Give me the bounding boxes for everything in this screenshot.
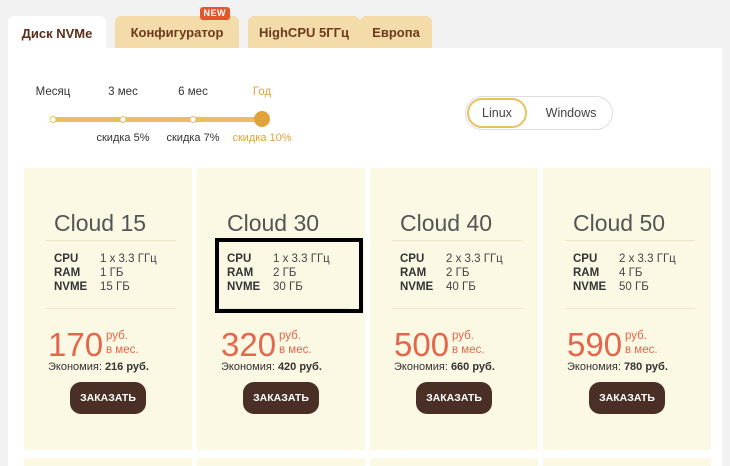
tab-highcpu[interactable]: HighCPU 5ГГц xyxy=(248,16,360,48)
slider-track[interactable] xyxy=(52,117,262,122)
plan-saving: Экономия: 660 руб. xyxy=(394,361,495,373)
spec-value: 1 x 3.3 ГГц xyxy=(100,253,157,265)
saving-amount: 660 руб. xyxy=(450,361,495,373)
discount-3m: скидка 5% xyxy=(96,132,150,144)
tab-europe[interactable]: Европа xyxy=(360,16,432,48)
plan-name: Cloud 40 xyxy=(400,210,493,236)
price-currency: руб. xyxy=(106,330,128,342)
spec-value: 40 ГБ xyxy=(446,281,476,293)
spec-value: 2 ГБ xyxy=(446,267,470,279)
os-linux-button[interactable]: Linux xyxy=(467,98,527,128)
plan-card: Cloud 15 CPU 1 x 3.3 ГГц RAM 1 ГБ NVME 15 Г… xyxy=(24,168,192,450)
os-toggle: Linux Windows xyxy=(465,96,613,130)
divider xyxy=(392,240,522,241)
highlight-box xyxy=(215,238,363,313)
period-month-label[interactable]: Месяц xyxy=(36,86,71,98)
tab-configurator[interactable]: Конфигуратор NEW xyxy=(115,7,239,48)
divider xyxy=(46,240,176,241)
price-currency: руб. xyxy=(279,330,301,342)
tab-label: Диск NVMe xyxy=(21,25,93,41)
spec-value: 4 ГБ xyxy=(619,267,643,279)
tab-label: Европа xyxy=(372,24,420,40)
order-button[interactable]: ЗАКАЗАТЬ xyxy=(70,382,146,414)
card-edge xyxy=(24,458,192,466)
card-edge xyxy=(543,458,711,466)
price-period: в мес. xyxy=(625,344,658,356)
price-currency: руб. xyxy=(452,330,474,342)
plan-name: Cloud 15 xyxy=(54,210,147,236)
spec-key: CPU xyxy=(54,253,79,265)
divider xyxy=(46,308,176,309)
divider xyxy=(565,240,695,241)
price-period: в мес. xyxy=(452,344,485,356)
price-currency: руб. xyxy=(625,330,647,342)
discount-6m: скидка 7% xyxy=(166,132,220,144)
slider-handle[interactable] xyxy=(254,111,270,127)
spec-key: RAM xyxy=(54,267,81,279)
period-3m-label[interactable]: 3 мес xyxy=(108,86,138,98)
plan-name: Cloud 50 xyxy=(573,210,666,236)
saving-amount: 780 руб. xyxy=(623,361,668,373)
saving-label: Экономия: xyxy=(221,361,275,373)
spec-key: RAM xyxy=(400,267,427,279)
period-slider[interactable]: Месяц 3 мес 6 мес Год скидка 5% скидка 7… xyxy=(36,78,326,148)
divider xyxy=(565,308,695,309)
spec-value: 2 x 3.3 ГГц xyxy=(446,253,503,265)
slider-stop[interactable] xyxy=(49,116,57,123)
price-period: в мес. xyxy=(279,344,312,356)
plan-card: Cloud 50 CPU 2 x 3.3 ГГц RAM 4 ГБ NVME 50 Г… xyxy=(543,168,711,450)
plan-saving: Экономия: 420 руб. xyxy=(221,361,322,373)
period-year-label[interactable]: Год xyxy=(253,86,271,98)
tab-label: Конфигуратор xyxy=(130,24,224,40)
spec-key: CPU xyxy=(573,253,598,265)
spec-key: RAM xyxy=(573,267,600,279)
plan-name: Cloud 30 xyxy=(227,210,320,236)
divider xyxy=(392,308,522,309)
saving-label: Экономия: xyxy=(48,361,102,373)
slider-stop[interactable] xyxy=(189,116,197,123)
spec-key: NVME xyxy=(400,281,434,293)
spec-value: 15 ГБ xyxy=(100,281,130,293)
card-edge xyxy=(370,458,538,466)
new-badge: NEW xyxy=(199,7,230,20)
os-windows-button[interactable]: Windows xyxy=(530,97,612,129)
slider-stop[interactable] xyxy=(119,116,127,123)
saving-amount: 420 руб. xyxy=(277,361,322,373)
order-button[interactable]: ЗАКАЗАТЬ xyxy=(243,382,319,414)
plan-price: 320 xyxy=(221,326,277,363)
order-button[interactable]: ЗАКАЗАТЬ xyxy=(589,382,665,414)
spec-key: NVME xyxy=(573,281,607,293)
plan-price: 170 xyxy=(48,326,104,363)
saving-amount: 216 руб. xyxy=(104,361,149,373)
pricing-panel: Месяц 3 мес 6 мес Год скидка 5% скидка 7… xyxy=(8,48,722,466)
spec-value: 50 ГБ xyxy=(619,281,649,293)
tab-label: HighCPU 5ГГц xyxy=(259,24,349,40)
saving-label: Экономия: xyxy=(394,361,448,373)
spec-value: 2 x 3.3 ГГц xyxy=(619,253,676,265)
plan-saving: Экономия: 780 руб. xyxy=(567,361,668,373)
period-6m-label[interactable]: 6 мес xyxy=(178,86,208,98)
plan-saving: Экономия: 216 руб. xyxy=(48,361,149,373)
discount-year: скидка 10% xyxy=(232,132,292,144)
order-button[interactable]: ЗАКАЗАТЬ xyxy=(416,382,492,414)
spec-value: 1 ГБ xyxy=(100,267,124,279)
spec-key: CPU xyxy=(400,253,425,265)
plan-price: 500 xyxy=(394,326,450,363)
saving-label: Экономия: xyxy=(567,361,621,373)
plan-card: Cloud 40 CPU 2 x 3.3 ГГц RAM 2 ГБ NVME 40 Г… xyxy=(370,168,538,450)
card-edge xyxy=(197,458,365,466)
spec-key: NVME xyxy=(54,281,88,293)
tab-nvme[interactable]: Диск NVMe xyxy=(8,16,106,50)
plan-price: 590 xyxy=(567,326,623,363)
price-period: в мес. xyxy=(106,344,139,356)
